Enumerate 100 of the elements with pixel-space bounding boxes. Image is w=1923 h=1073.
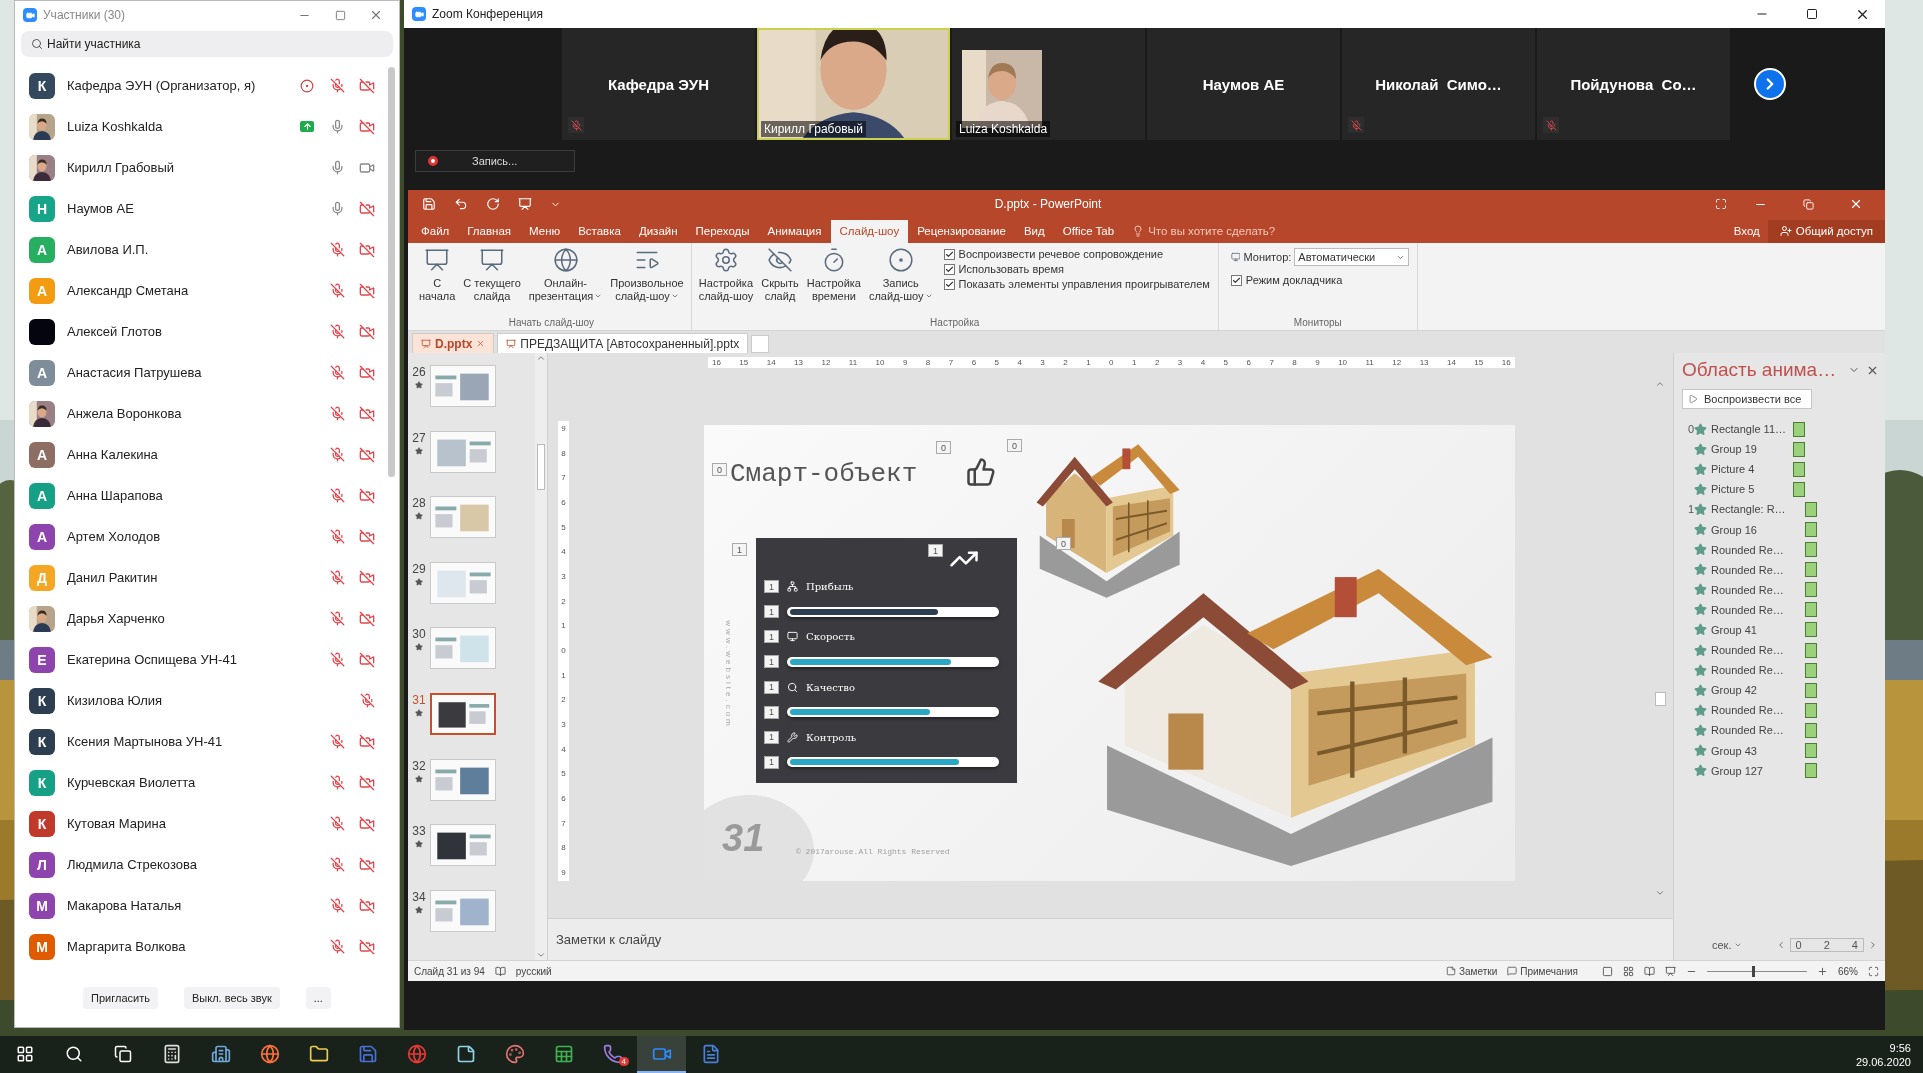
checkbox[interactable] [943,278,955,290]
slide-thumbnail[interactable] [430,627,496,670]
reading-view-icon[interactable] [1644,965,1655,977]
animation-item[interactable]: Group 127 [1711,764,1787,777]
ribbon-tab[interactable]: Вставка [569,220,630,243]
ribbon-tab[interactable]: Главная [458,220,521,243]
slider-thumb[interactable] [1752,965,1755,977]
language-label[interactable]: русский [515,965,552,977]
video-tile[interactable]: Кирилл Грабовый [757,28,950,140]
monitor-select[interactable]: Автоматически [1294,248,1409,266]
ribbon-tab[interactable]: Меню [520,220,570,243]
animation-item[interactable]: Rounded Re… [1711,724,1787,737]
star-icon [1694,764,1707,778]
checkbox[interactable] [943,263,955,275]
scrollbar[interactable] [535,353,547,960]
video-tile[interactable]: Luiza Koshkalda [952,28,1145,140]
search-field[interactable]: Найти участника [21,31,393,57]
animation-item[interactable]: Group 16 [1711,523,1787,536]
taskbar-button[interactable] [637,1036,686,1073]
video-tile[interactable]: Николай Симо… [1342,28,1535,140]
ribbon-display-icon[interactable] [1715,198,1727,210]
notes-placeholder[interactable]: Заметки к слайду [556,932,662,947]
save-icon[interactable] [422,197,436,211]
animation-item[interactable]: Rounded Re… [1711,543,1787,556]
scrollbar[interactable] [388,67,395,477]
animation-item[interactable]: Rectangle: R… [1711,503,1787,516]
avatar: А [29,441,55,468]
ribbon-button[interactable]: Онлайн- презентация [525,246,606,317]
invite-button[interactable]: Пригласить [83,987,158,1009]
animation-item[interactable]: Group 41 [1711,624,1787,636]
taskbar-button[interactable]: 4 [588,1036,637,1073]
ribbon-button[interactable]: С начала [416,246,459,317]
fit-slide-icon[interactable] [1868,965,1879,977]
animation-item[interactable]: Group 42 [1711,684,1787,697]
ribbon-button[interactable]: Запись слайд-шоу [865,246,936,317]
animation-item[interactable]: Group 43 [1711,744,1787,757]
zoom-in-icon[interactable] [1817,965,1828,977]
notes-button[interactable]: Заметки [1446,965,1498,977]
play-all-button[interactable]: Воспроизвести все [1682,389,1812,409]
ribbon-tab[interactable]: Анимация [758,220,831,243]
checkbox[interactable] [1230,274,1242,286]
presentation-icon[interactable] [1665,965,1676,977]
animation-item[interactable]: Rounded Re… [1711,583,1787,596]
timing-bar [1805,743,1817,759]
slide-thumbnail[interactable] [430,496,496,539]
animation-item[interactable]: Rounded Re… [1711,563,1787,576]
document-tab[interactable]: D.pptx [412,333,495,353]
animation-item[interactable]: Rounded Re… [1711,704,1787,717]
video-tile[interactable]: Кафедра ЭУН [562,28,755,140]
grid-view-icon[interactable] [1623,965,1634,977]
document-tab[interactable]: ПРЕДЗАЩИТА [Автосохраненный].pptx [497,333,749,353]
slide-thumbnail[interactable] [430,365,496,407]
ribbon-tab[interactable]: Вид [1014,220,1054,243]
ribbon-button[interactable]: Произвольное слайд-шоу [607,246,687,317]
animation-item[interactable]: Group 19 [1711,443,1787,456]
video-tile[interactable]: Пойдунова Со… [1537,28,1730,140]
restore-icon[interactable] [1802,198,1814,210]
unit-dropdown[interactable]: сек. [1710,939,1744,951]
next-page-button[interactable] [1754,68,1786,100]
undo-icon[interactable] [454,197,468,211]
animation-item[interactable]: Picture 4 [1711,463,1787,476]
animation-item[interactable]: Rectangle 11… [1711,423,1787,436]
ribbon-button[interactable]: Настройка слайд-шоу [695,246,757,317]
slide-thumbnail[interactable] [430,824,496,867]
animation-item[interactable]: Rounded Re… [1711,644,1787,657]
animation-item[interactable]: Picture 5 [1711,483,1787,496]
checkbox[interactable] [943,248,955,260]
normal-view-icon[interactable] [1602,965,1613,977]
gear-icon [712,247,739,273]
more-button[interactable]: ... [305,987,331,1009]
ribbon-tab[interactable]: Файл [412,220,459,243]
ribbon-tab[interactable]: Office Tab [1053,220,1124,243]
slide-thumbnail[interactable] [430,561,496,604]
animation-item[interactable]: Rounded Re… [1711,603,1787,616]
scrollbar-thumb[interactable] [1654,691,1666,706]
comments-button[interactable]: Примечания [1507,965,1578,977]
ribbon-button[interactable]: Скрыть слайд [758,246,802,317]
zoom-level[interactable]: 66% [1838,965,1858,977]
presentation-icon[interactable] [518,197,532,211]
ribbon-tab[interactable]: Дизайн [629,220,687,243]
video-tile[interactable]: Наумов АЕ [1147,28,1340,140]
ribbon-tab[interactable]: Переходы [686,220,759,243]
sign-in-link[interactable]: Вход [1725,220,1768,243]
repeat-icon[interactable] [486,197,500,211]
share-button[interactable]: Общий доступ [1767,220,1885,243]
animation-item[interactable]: Rounded Re… [1711,664,1787,677]
ribbon-button[interactable]: Настройка времени [803,246,864,317]
slide-thumbnail[interactable] [430,758,496,801]
record-button[interactable]: Запись... [415,150,575,172]
scrollbar-thumb[interactable] [537,443,545,490]
ribbon-tab[interactable]: Слайд-шоу [830,220,909,243]
slide-thumbnail[interactable] [430,430,496,473]
mute-all-button[interactable]: Выкл. весь звук [183,987,280,1009]
ribbon-button[interactable]: С текущего слайда [460,246,524,317]
ribbon-tab[interactable]: Рецензирование [908,220,1015,243]
maximize-icon[interactable] [1806,8,1818,20]
network-icon [787,581,798,593]
slide-thumbnail[interactable] [430,889,496,932]
slide-thumbnail[interactable] [430,692,496,735]
tell-me-field[interactable]: Что вы хотите сделать? [1123,220,1285,243]
